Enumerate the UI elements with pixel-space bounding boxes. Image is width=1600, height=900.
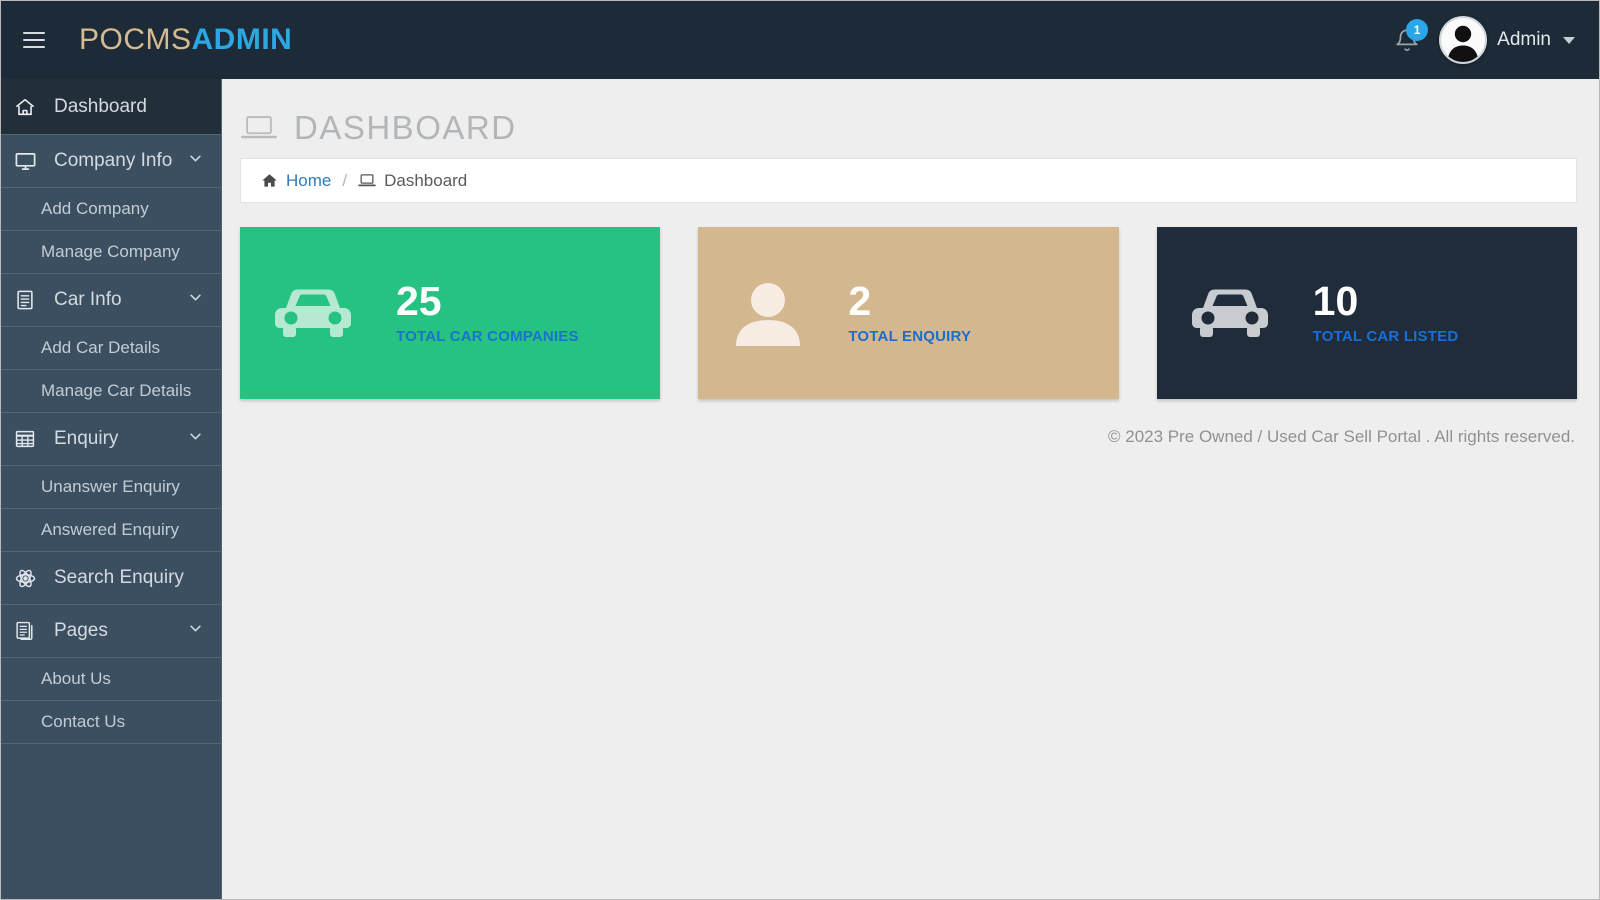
car-icon [1187, 282, 1273, 344]
laptop-icon [358, 173, 376, 188]
stat-label: TOTAL CAR COMPANIES [396, 328, 579, 345]
breadcrumb-separator: / [342, 170, 348, 190]
sidebar-subitem-label: Manage Company [41, 242, 180, 261]
caret-down-icon [1563, 36, 1575, 44]
atom-icon [14, 567, 44, 590]
main-content-area: DASHBOARD Home / Dashboard 25 TOTAL CAR … [222, 79, 1599, 899]
sidebar-item-pages[interactable]: Pages [1, 605, 221, 658]
brand-name-secondary: ADMIN [191, 23, 293, 56]
stat-value: 2 [848, 278, 872, 324]
sidebar-subitem-label: Add Company [41, 199, 149, 218]
breadcrumb: Home / Dashboard [240, 158, 1577, 203]
sidebar-item-car-info[interactable]: Car Info [1, 274, 221, 327]
stat-card-total-car-listed[interactable]: 10 TOTAL CAR LISTED [1156, 227, 1577, 399]
stat-cards-row: 25 TOTAL CAR COMPANIES 2 TOTAL ENQUIRY 1… [222, 203, 1599, 399]
stat-value: 10 [1312, 278, 1359, 324]
sidebar-item-enquiry[interactable]: Enquiry [1, 413, 221, 466]
notification-badge: 1 [1406, 19, 1429, 41]
footer-copyright: © 2023 Pre Owned / Used Car Sell Portal … [1107, 427, 1575, 446]
stat-label: TOTAL CAR LISTED [1312, 328, 1459, 345]
chevron-down-icon [188, 289, 203, 311]
file-text-icon [14, 289, 44, 311]
user-name-label: Admin [1497, 29, 1551, 50]
sidebar-subitem-manage-car-details[interactable]: Manage Car Details [1, 370, 221, 413]
sidebar-item-label: Search Enquiry [54, 567, 184, 588]
breadcrumb-home-link[interactable]: Home [286, 171, 331, 191]
sidebar-subitem-add-company[interactable]: Add Company [1, 188, 221, 231]
chevron-down-icon [188, 620, 203, 642]
sidebar-item-company-info[interactable]: Company Info [1, 135, 221, 188]
stat-card-text: 25 TOTAL CAR COMPANIES [396, 278, 579, 346]
sidebar-navigation: Dashboard Company Info Add Company Manag… [1, 79, 222, 899]
sidebar-item-label: Car Info [54, 289, 122, 310]
sidebar-subitem-unanswer-enquiry[interactable]: Unanswer Enquiry [1, 466, 221, 509]
monitor-icon [14, 150, 44, 173]
sidebar-subitem-contact-us[interactable]: Contact Us [1, 701, 221, 744]
sidebar-item-dashboard[interactable]: Dashboard [1, 79, 221, 135]
sidebar-item-search-enquiry[interactable]: Search Enquiry [1, 552, 221, 605]
sidebar-subitem-answered-enquiry[interactable]: Answered Enquiry [1, 509, 221, 552]
sidebar-item-label: Company Info [54, 150, 173, 171]
sidebar-item-label: Enquiry [54, 428, 119, 449]
chevron-down-icon [188, 428, 203, 450]
top-header-bar: POCMSADMIN 1 Admin [1, 1, 1599, 79]
admin-dashboard-page: POCMSADMIN 1 Admin Dashboard Company Inf… [0, 0, 1600, 900]
car-icon [270, 282, 356, 344]
page-title: DASHBOARD [294, 109, 517, 146]
stat-card-total-enquiry[interactable]: 2 TOTAL ENQUIRY [698, 227, 1119, 399]
sidebar-subitem-about-us[interactable]: About Us [1, 658, 221, 701]
sidebar-subitem-label: Add Car Details [41, 338, 161, 357]
pages-icon [14, 620, 44, 642]
user-icon [728, 280, 808, 346]
laptop-icon [240, 113, 278, 143]
sidebar-item-label: Dashboard [54, 95, 147, 117]
chevron-down-icon [188, 150, 203, 172]
sidebar-subitem-label: Contact Us [41, 712, 126, 731]
stat-card-total-car-companies[interactable]: 25 TOTAL CAR COMPANIES [240, 227, 661, 399]
stat-value: 25 [396, 278, 442, 324]
hamburger-menu-icon[interactable] [17, 23, 51, 57]
notifications-button[interactable]: 1 [1384, 17, 1430, 63]
sidebar-item-label: Pages [54, 620, 108, 641]
table-icon [14, 428, 44, 450]
sidebar-subitem-manage-company[interactable]: Manage Company [1, 231, 221, 274]
page-header: DASHBOARD [222, 79, 1599, 153]
avatar [1439, 16, 1488, 64]
home-icon [261, 172, 278, 189]
sidebar-subitem-label: Unanswer Enquiry [41, 477, 180, 496]
stat-card-text: 10 TOTAL CAR LISTED [1312, 278, 1459, 346]
user-avatar-icon [1447, 25, 1479, 62]
brand-name-primary: POCMS [79, 23, 192, 56]
stat-label: TOTAL ENQUIRY [848, 328, 972, 345]
home-icon [14, 96, 44, 118]
sidebar-subitem-label: Answered Enquiry [41, 520, 179, 539]
header-right-tools: 1 Admin [1384, 13, 1599, 67]
stat-card-text: 2 TOTAL ENQUIRY [848, 278, 972, 346]
sidebar-subitem-label: About Us [41, 669, 111, 688]
user-menu[interactable]: Admin [1436, 13, 1579, 67]
sidebar-subitem-label: Manage Car Details [41, 381, 192, 400]
breadcrumb-current: Dashboard [384, 170, 468, 190]
sidebar-subitem-add-car-details[interactable]: Add Car Details [1, 327, 221, 370]
brand-logo[interactable]: POCMSADMIN [79, 23, 292, 57]
